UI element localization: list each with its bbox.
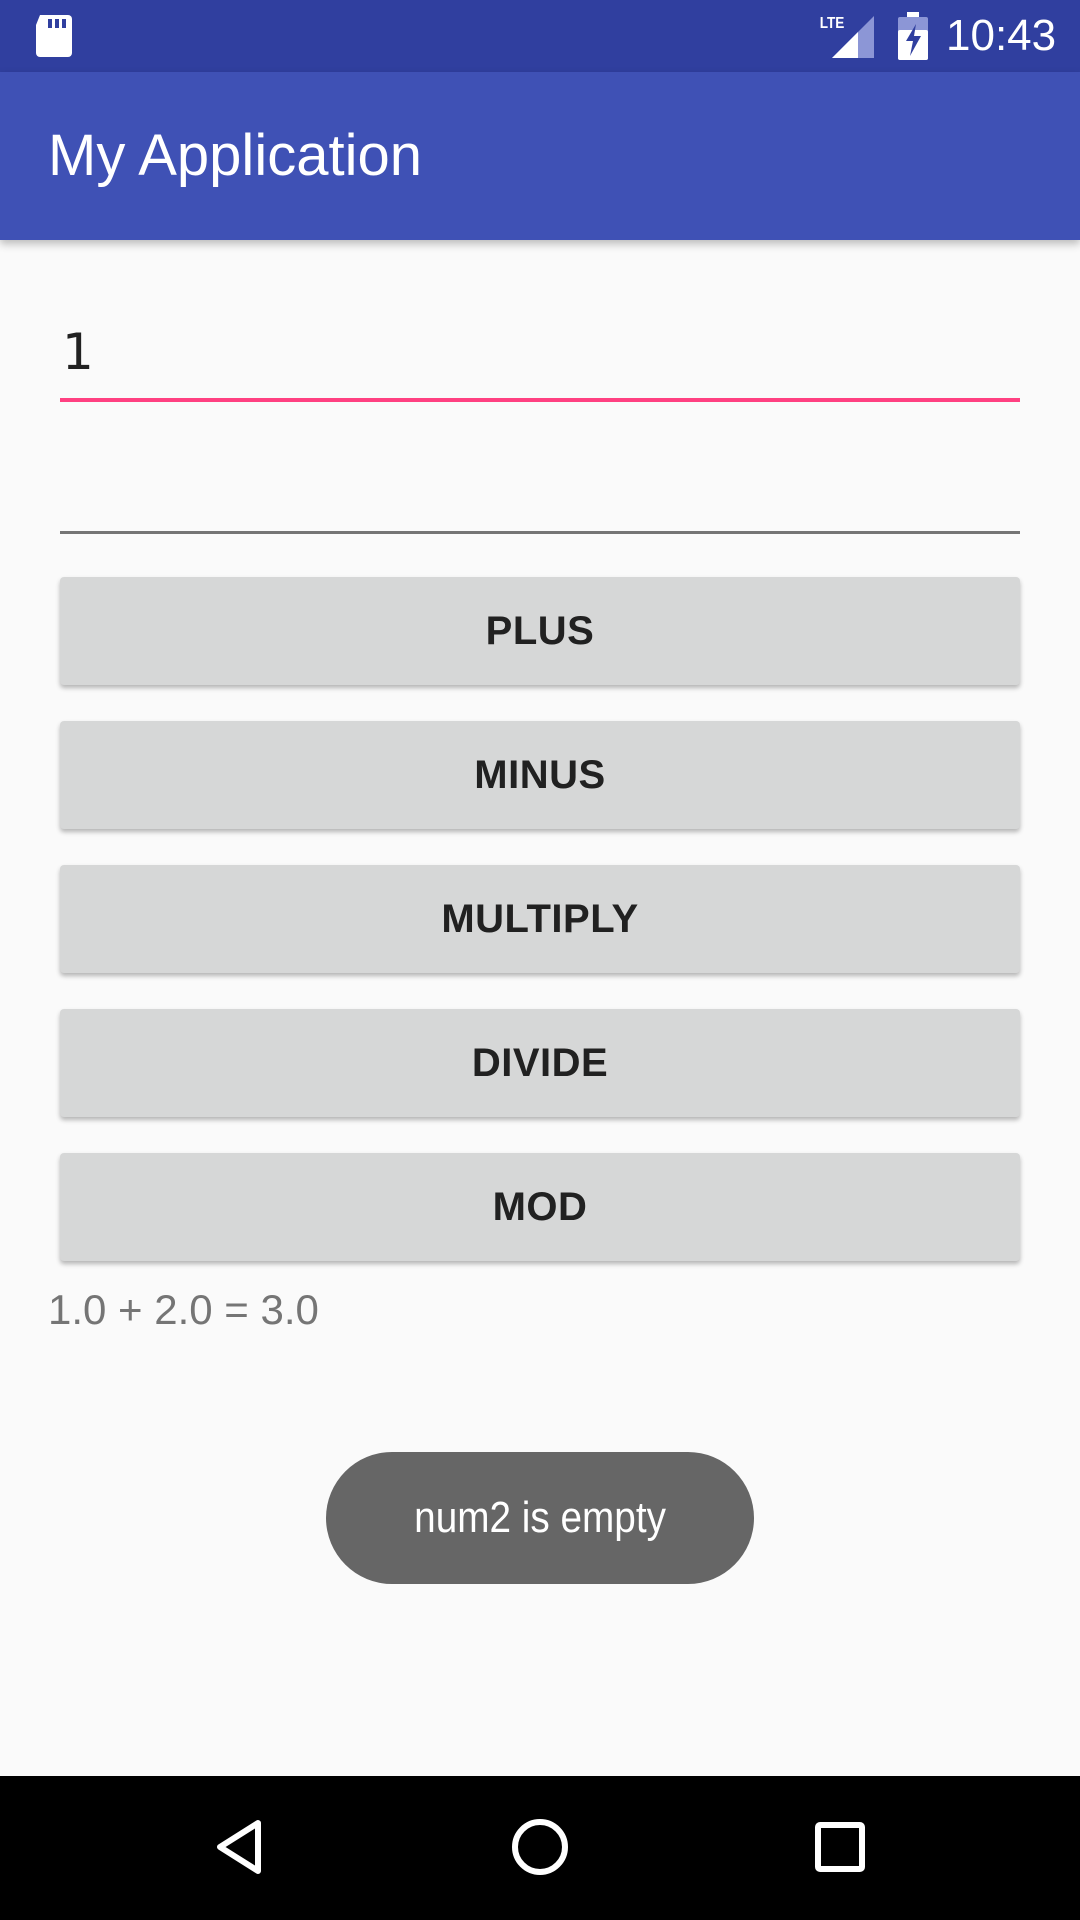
num2-input[interactable] — [60, 438, 1020, 534]
status-bar: LTE 10:43 — [0, 0, 1080, 72]
recents-button[interactable] — [795, 1802, 885, 1892]
divide-button[interactable]: DIVIDE — [60, 1009, 1020, 1117]
mod-button[interactable]: MOD — [60, 1153, 1020, 1261]
result-text: 1.0 + 2.0 = 3.0 — [48, 1286, 319, 1333]
plus-button[interactable]: PLUS — [60, 577, 1020, 685]
svg-text:LTE: LTE — [820, 15, 845, 32]
home-button[interactable] — [495, 1802, 585, 1892]
battery-charging-icon — [898, 12, 928, 60]
sd-card-icon — [36, 15, 72, 57]
screen: LTE 10:43 My Application PLUS MINUS MULT… — [0, 0, 1080, 1920]
num1-input[interactable] — [60, 306, 1020, 402]
back-icon — [217, 1820, 261, 1874]
toast: num2 is empty — [326, 1452, 754, 1584]
multiply-button[interactable]: MULTIPLY — [60, 865, 1020, 973]
toast-message: num2 is empty — [414, 1493, 666, 1542]
app-bar: My Application — [0, 72, 1080, 240]
minus-button[interactable]: MINUS — [60, 721, 1020, 829]
back-button[interactable] — [195, 1802, 285, 1892]
status-time: 10:43 — [946, 11, 1057, 60]
nav-bar — [0, 1776, 1080, 1920]
lte-signal-icon: LTE — [820, 15, 874, 58]
app-title: My Application — [48, 123, 422, 188]
home-icon — [512, 1819, 568, 1875]
recents-icon — [815, 1822, 865, 1872]
